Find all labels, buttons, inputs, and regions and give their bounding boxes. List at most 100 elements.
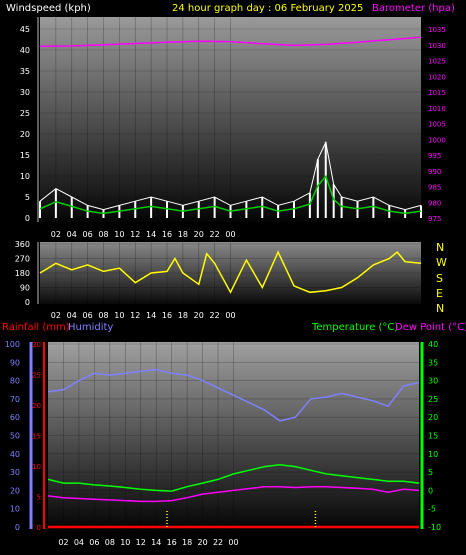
wind-tick-label: 5 [25,193,30,202]
direction-axis: 0 90 180 270 360 [15,240,39,307]
baro-tick-label: 995 [428,152,441,160]
x-tick-label: 06 [83,230,93,239]
x-tick-label: 16 [162,230,172,239]
wind-tick-label: 25 [20,109,30,118]
x-tick-label: 08 [105,538,115,547]
x-tick-label: 00 [225,311,235,320]
x-tick-label: 08 [98,311,108,320]
rain-tick-label: 0 [37,524,41,532]
humidity-tick-label: 0 [15,523,20,532]
x-tick-label: 22 [210,311,220,320]
x-tick-label: 22 [213,538,223,547]
x-tick-label: 10 [114,230,124,239]
temperature-tick-label: 20 [428,413,438,422]
baro-tick-label: 980 [428,199,441,207]
rainfall-axis-label: Rainfall (mm) [2,322,70,333]
graph-title: 24 hour graph day : 06 February 2025 [172,3,363,14]
direction-tick-label: 360 [15,240,30,249]
weather-graph: Windspeed (kph) 24 hour graph day : 06 F… [2,3,466,547]
rain-tick-label: 25 [32,372,41,380]
wind-tick-label: 35 [20,67,30,76]
wind-x-axis: 02 04 06 08 10 12 14 16 18 20 22 00 [51,230,236,239]
temperature-tick-label: 35 [428,358,438,367]
temperature-axis-label: Temperature (°C) [311,322,398,333]
x-tick-label: 20 [197,538,207,547]
windspeed-axis: 0 5 10 15 20 25 30 35 40 45 [20,17,39,223]
humidity-tick-label: 20 [10,486,20,495]
compass-e: E [436,287,443,300]
x-tick-label: 16 [167,538,177,547]
baro-tick-label: 1025 [428,58,446,66]
rainfall-axis: 0 5 10 15 20 25 30 [32,341,45,532]
wind-tick-label: 20 [20,130,30,139]
baro-tick-label: 985 [428,184,441,192]
x-tick-label: 12 [130,311,140,320]
baro-tick-label: 1030 [428,42,446,50]
humidity-tick-label: 80 [10,377,20,386]
x-tick-label: 14 [151,538,161,547]
temperature-tick-label: 25 [428,395,438,404]
rain-tick-label: 20 [32,402,41,410]
humidity-tick-label: 100 [5,340,20,349]
wind-tick-label: 15 [20,151,30,160]
humidity-tick-label: 90 [10,358,20,367]
humidity-tick-label: 60 [10,413,20,422]
wind-tick-label: 10 [20,172,30,181]
x-tick-label: 06 [83,311,93,320]
direction-tick-label: 180 [15,269,30,278]
baro-tick-label: 1035 [428,26,446,34]
humidity-tick-label: 10 [10,505,20,514]
x-tick-label: 14 [146,311,156,320]
humidity-axis: 0 10 20 30 40 50 60 70 80 90 100 [5,340,33,532]
baro-tick-label: 990 [428,168,441,176]
x-tick-label: 10 [114,311,124,320]
temperature-tick-label: 0 [428,486,433,495]
x-tick-label: 22 [210,230,220,239]
compass-s: S [436,272,443,285]
humidity-tick-label: 30 [10,468,20,477]
temperature-tick-label: -5 [428,505,436,514]
rain-tick-label: 5 [37,494,41,502]
x-tick-label: 04 [67,230,77,239]
humidity-tick-label: 70 [10,395,20,404]
baro-tick-label: 1015 [428,89,446,97]
direction-x-axis: 02 04 06 08 10 12 14 16 18 20 22 00 [51,311,236,320]
rain-tick-label: 15 [32,433,41,441]
wind-tick-label: 45 [20,25,30,34]
x-tick-label: 00 [228,538,238,547]
direction-tick-label: 0 [25,298,30,307]
baro-tick-label: 1005 [428,121,446,129]
x-tick-label: 08 [98,230,108,239]
rain-tick-label: 30 [32,341,41,349]
dewpoint-axis-label: Dew Point (°C) [395,322,466,333]
baro-tick-label: 1020 [428,73,446,81]
x-tick-label: 12 [130,230,140,239]
x-tick-label: 00 [225,230,235,239]
humidity-tick-label: 50 [10,432,20,441]
temperature-tick-label: 10 [428,450,438,459]
wind-tick-label: 30 [20,88,30,97]
temperature-tick-label: 30 [428,377,438,386]
humidity-axis-label: Humidity [68,322,113,333]
temp-x-axis: 02 04 06 08 10 12 14 16 18 20 22 00 [58,538,238,547]
compass-w: W [436,256,447,269]
direction-tick-label: 90 [20,284,30,293]
humidity-tick-label: 40 [10,450,20,459]
x-tick-label: 12 [136,538,146,547]
temperature-tick-label: -10 [428,523,441,532]
x-tick-label: 02 [51,311,61,320]
wind-tick-label: 0 [25,214,30,223]
x-tick-label: 18 [178,230,188,239]
x-tick-label: 02 [58,538,68,547]
baro-tick-label: 1010 [428,105,446,113]
baro-tick-label: 1000 [428,136,446,144]
windspeed-axis-label: Windspeed (kph) [6,3,91,14]
compass-n-top: N [436,241,444,254]
barometer-axis-label: Barometer (hpa) [372,3,455,14]
x-tick-label: 18 [178,311,188,320]
x-tick-label: 20 [194,311,204,320]
x-tick-label: 20 [194,230,204,239]
baro-tick-label: 975 [428,215,441,223]
temperature-tick-label: 40 [428,340,438,349]
wind-tick-label: 40 [20,46,30,55]
